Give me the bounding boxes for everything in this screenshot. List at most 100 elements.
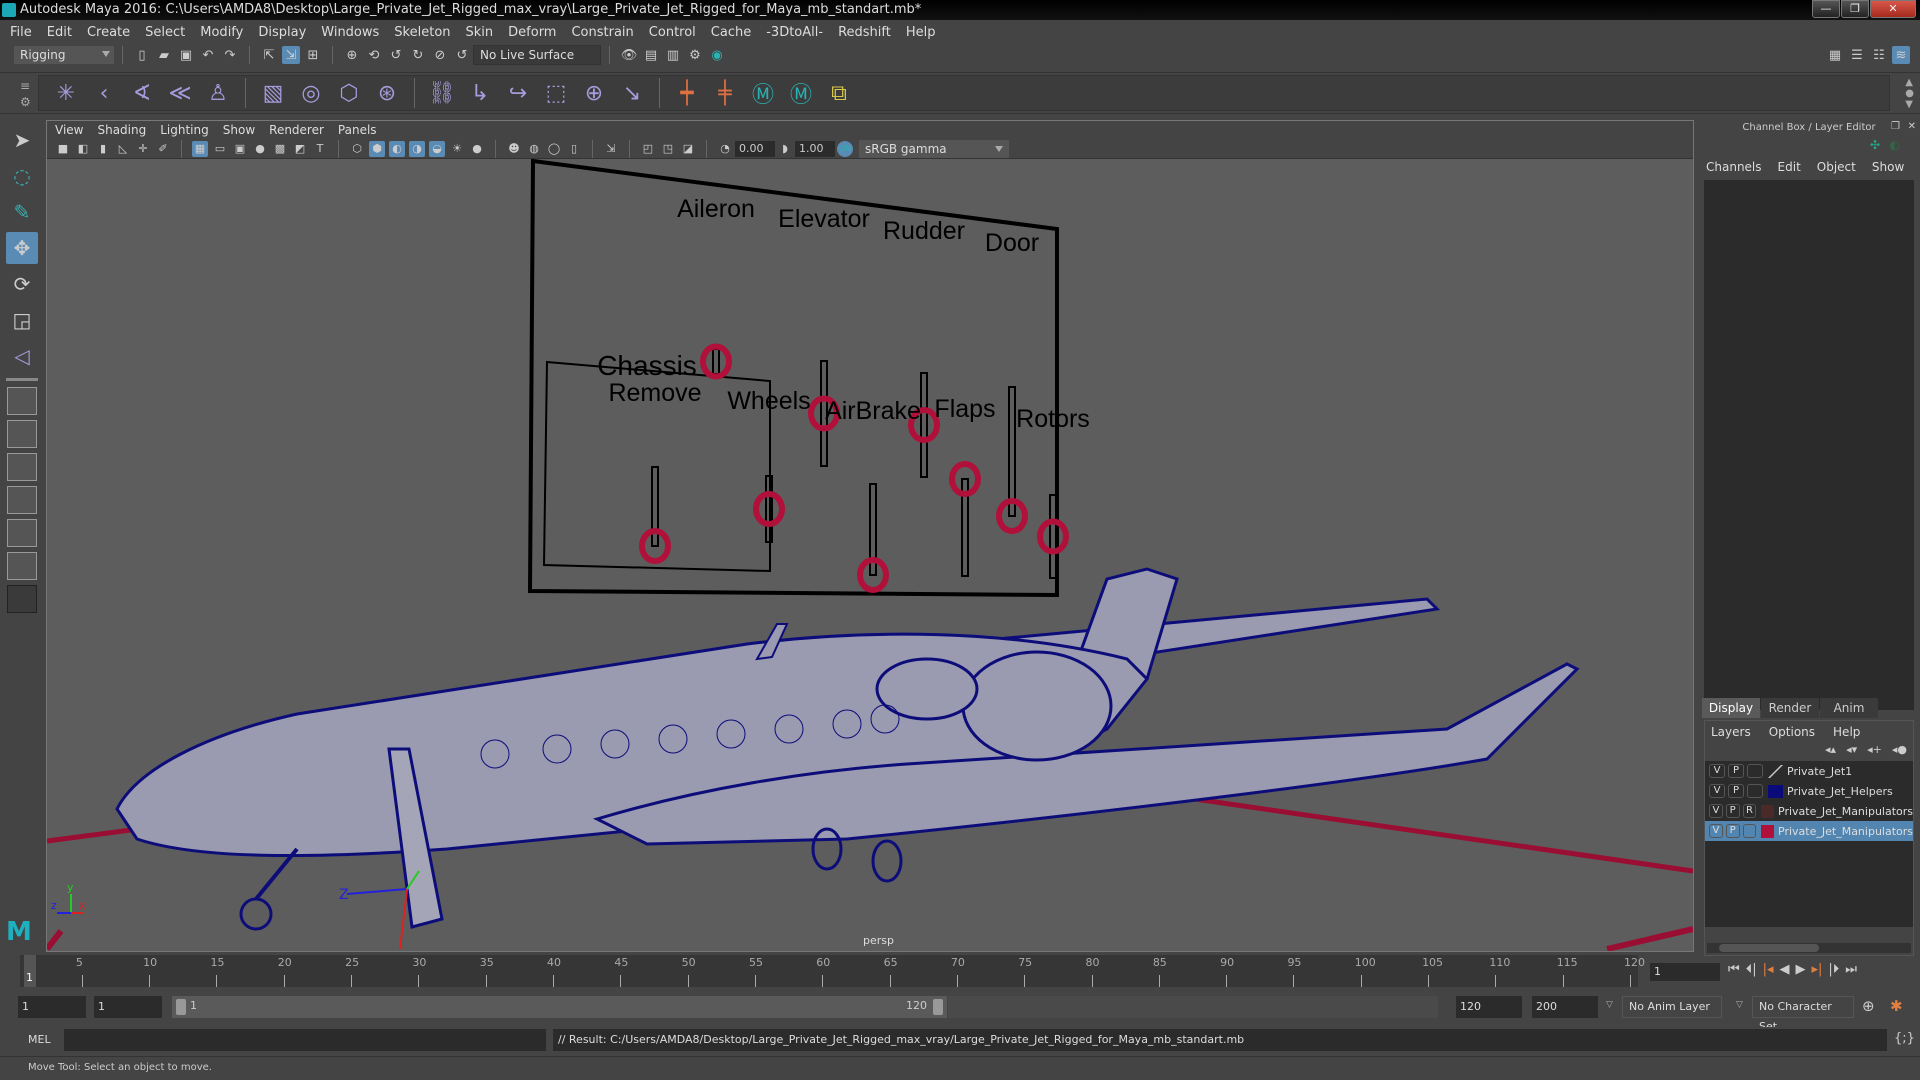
layer-color-swatch[interactable] [1761, 824, 1775, 838]
step-back-frame-icon[interactable]: |◂ [1763, 962, 1774, 977]
snap-view-plane-icon[interactable]: ↻ [409, 46, 427, 64]
layer-row[interactable]: V P R Private_Jet_Manipulators [1705, 801, 1913, 821]
tab-render[interactable]: Render [1761, 698, 1819, 718]
menu-3dtoall[interactable]: -3DtoAll- [766, 25, 823, 40]
new-empty-layer-icon[interactable]: ◂+ [1867, 743, 1882, 756]
paint-select-tool-icon[interactable]: ✎ [6, 196, 38, 228]
range-slider[interactable]: 1 120 [172, 996, 947, 1018]
viewport-menu-panels[interactable]: Panels [338, 123, 377, 137]
private-jet-model[interactable] [115, 567, 1580, 931]
grid-icon[interactable]: ▦ [192, 140, 208, 157]
anim-layer-chevron-icon[interactable]: ▽ [1606, 1000, 1613, 1010]
four-view-layout-icon[interactable] [7, 420, 37, 448]
end-time-field[interactable]: 200 [1532, 996, 1598, 1018]
tab-anim[interactable]: Anim [1820, 698, 1878, 718]
playback-start-field[interactable]: 1 [94, 996, 162, 1018]
layer-playback-toggle[interactable]: P [1725, 824, 1740, 838]
redo-icon[interactable]: ↷ [221, 46, 239, 64]
start-time-field[interactable]: 1 [18, 996, 86, 1018]
layer-visibility-toggle[interactable]: V [1709, 764, 1725, 778]
gamma-field[interactable]: 1.00 [795, 140, 835, 157]
grease-pencil-icon[interactable]: ✐ [155, 141, 171, 157]
use-lights-icon[interactable]: ◒ [429, 140, 445, 157]
open-scene-icon[interactable]: ▰ [155, 46, 173, 64]
humanik-icon[interactable]: ♙ [204, 79, 232, 107]
scrollbar-thumb[interactable] [1719, 944, 1819, 952]
maya-script-icon-2[interactable]: Ⓜ [787, 79, 815, 108]
layer-visibility-toggle[interactable]: V [1709, 804, 1723, 818]
menu-redshift[interactable]: Redshift [838, 25, 891, 40]
snap-grid-icon[interactable]: ⊕ [343, 46, 361, 64]
menu-cache[interactable]: Cache [711, 25, 751, 40]
smooth-shade-icon[interactable]: ⬢ [369, 140, 385, 157]
shelf-scroll-icon[interactable]: ▲ ● ▼ [1905, 77, 1914, 110]
select-tool-icon[interactable]: ➤ [6, 124, 38, 156]
menu-edit[interactable]: Edit [47, 25, 72, 40]
layer-color-swatch[interactable] [1768, 784, 1783, 798]
move-layer-up-icon[interactable]: ◂▴ [1825, 743, 1836, 756]
bind-skin-icon[interactable]: ▧ [259, 79, 287, 107]
shelf-tabs-icon[interactable]: ≡ [20, 79, 30, 93]
layer-menu-help[interactable]: Help [1833, 725, 1860, 739]
menu-help[interactable]: Help [906, 25, 936, 40]
layer-reference-toggle[interactable] [1747, 764, 1763, 778]
layer-visibility-toggle[interactable]: V [1709, 784, 1725, 798]
rig-control-panel[interactable]: Chassis Aileron Elevator Rudder Door Remove W… [527, 159, 1090, 598]
gamma-icon[interactable]: ◗ [777, 141, 793, 157]
orient-constraint-icon[interactable]: ↪ [504, 79, 532, 107]
ik-handle-icon[interactable]: ∢ [128, 79, 156, 107]
resolution-gate-icon[interactable]: ▣ [232, 141, 248, 157]
layer-list-scrollbar[interactable] [1707, 943, 1911, 953]
menu-modify[interactable]: Modify [200, 25, 243, 40]
auto-key-icon[interactable]: ⊕ [1862, 997, 1875, 1015]
multisample-aa-icon[interactable]: ◍ [526, 141, 542, 157]
viewport-menu-lighting[interactable]: Lighting [160, 123, 209, 137]
shadows-icon[interactable]: ☀ [449, 141, 465, 157]
last-tool-icon[interactable]: ◁ [6, 340, 38, 372]
step-forward-key-icon[interactable]: |⏵ [1828, 962, 1839, 977]
persp-graph-outliner-layout-icon[interactable] [7, 552, 37, 580]
lattice-icon[interactable]: ⬡ [335, 79, 363, 107]
maya-script-icon-1[interactable]: Ⓜ [749, 79, 777, 108]
layer-reference-toggle[interactable]: R [1742, 804, 1757, 818]
scale-constraint-icon[interactable]: ⬚ [542, 79, 570, 107]
channel-menu-show[interactable]: Show [1872, 160, 1904, 174]
aim-constraint-icon[interactable]: ⊕ [580, 79, 608, 107]
modeling-toolkit-icon[interactable]: ▦ [1826, 46, 1844, 64]
menu-windows[interactable]: Windows [321, 25, 379, 40]
layer-visibility-toggle[interactable]: V [1709, 824, 1723, 838]
channel-menu-object[interactable]: Object [1817, 160, 1856, 174]
xray-active-icon[interactable]: ◳ [660, 141, 676, 157]
point-constraint-icon[interactable]: ↳ [466, 79, 494, 107]
layer-color-swatch[interactable] [1768, 764, 1783, 778]
camera-select-icon[interactable]: ■ [55, 141, 71, 157]
play-forwards-icon[interactable]: ▶ [1796, 962, 1806, 977]
menu-deform[interactable]: Deform [508, 25, 556, 40]
viewport-menu-show[interactable]: Show [223, 123, 255, 137]
viewport-menu-shading[interactable]: Shading [97, 123, 146, 137]
2d-pan-zoom-icon[interactable]: ✛ [135, 141, 151, 157]
wireframe-icon[interactable]: ⬡ [349, 141, 365, 157]
pole-vector-constraint-icon[interactable]: ↘ [618, 79, 646, 107]
layer-playback-toggle[interactable]: P [1728, 784, 1744, 798]
manipulator-icon[interactable]: ✣ [1870, 138, 1880, 152]
viewport-menu-view[interactable]: View [55, 123, 83, 137]
channel-menu-edit[interactable]: Edit [1778, 160, 1801, 174]
character-set-dropdown[interactable]: No Character Set [1752, 996, 1854, 1033]
wireframe-on-shaded-icon[interactable]: ◐ [389, 140, 405, 157]
character-set-chevron-icon[interactable]: ▽ [1736, 1000, 1743, 1010]
time-slider[interactable]: 5 10 15 20 25 30 35 40 45 50 55 60 65 70 75 80 85 90 95 100… [20, 955, 1645, 987]
camera-attributes-icon[interactable]: ◧ [75, 141, 91, 157]
menu-display[interactable]: Display [258, 25, 306, 40]
rotate-tool-icon[interactable]: ⟳ [6, 268, 38, 300]
cluster-icon[interactable]: ⊛ [373, 79, 401, 107]
select-component-icon[interactable]: ⊞ [304, 46, 322, 64]
layer-row[interactable]: V P Private_Jet_Manipulators [1705, 821, 1913, 841]
range-start-handle[interactable] [176, 999, 186, 1015]
go-to-end-icon[interactable]: ⏭ [1845, 962, 1857, 977]
menu-skeleton[interactable]: Skeleton [394, 25, 450, 40]
render-view-icon[interactable]: 👁 [620, 46, 638, 64]
menu-constrain[interactable]: Constrain [571, 25, 633, 40]
render-current-frame-icon[interactable]: ▤ [642, 46, 660, 64]
go-to-start-icon[interactable]: ⏮ [1728, 962, 1740, 977]
